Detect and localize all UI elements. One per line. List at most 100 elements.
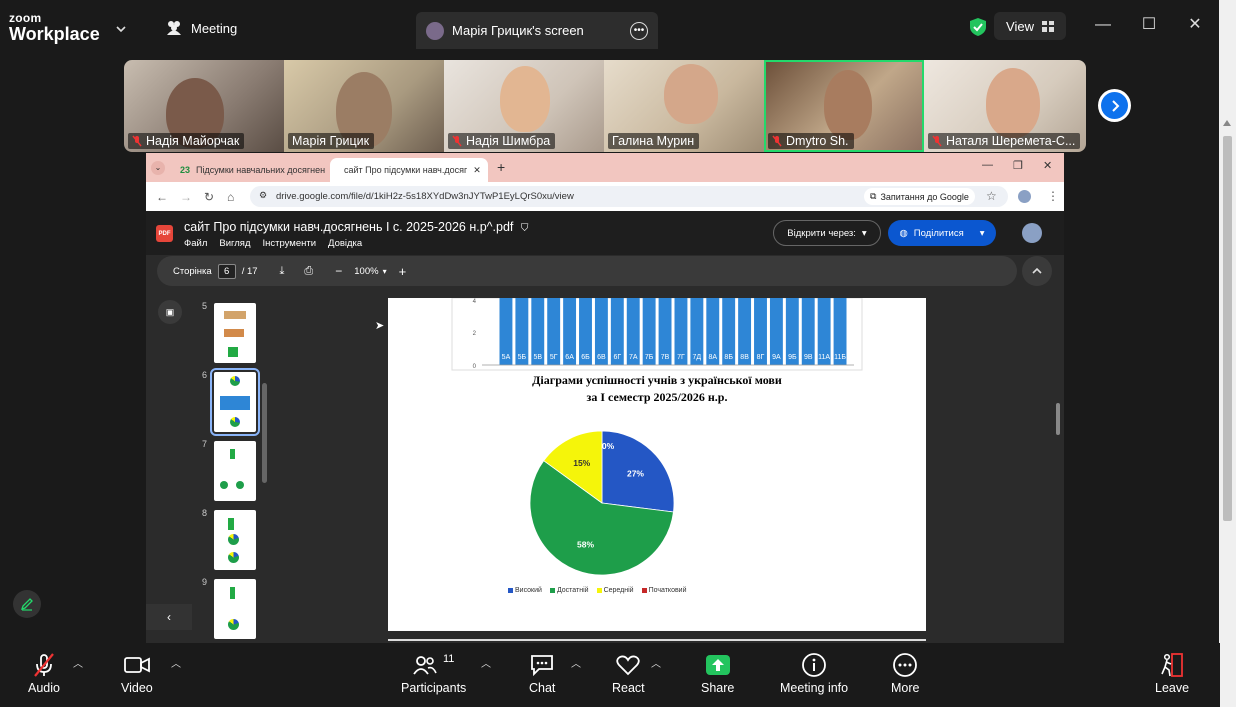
meeting-menu[interactable]: Meeting [165,20,237,36]
window-scrollbar[interactable] [1219,0,1236,707]
annotate-pencil-icon[interactable] [13,590,41,618]
audio-button[interactable]: Audio [28,649,60,695]
menu-help[interactable]: Довідка [328,238,362,249]
zoom-out-icon[interactable]: − [335,264,342,278]
kebab-menu-icon[interactable]: ⋮ [1047,189,1059,203]
open-with-button[interactable]: Відкрити через: ▾ [773,220,881,246]
page-scrollbar[interactable] [1056,403,1060,435]
react-label: React [612,681,645,695]
meeting-info-button[interactable]: Meeting info [780,649,848,695]
thumbnail-number: 5 [202,301,208,311]
gallery-next-button[interactable] [1098,89,1131,122]
menu-view[interactable]: Вигляд [219,238,250,249]
video-tile[interactable]: Марія Грицик [284,60,444,152]
restore-icon[interactable]: ❐ [1013,159,1023,172]
chat-label: Chat [529,681,556,695]
tab-search-icon[interactable]: ⌄ [151,161,165,175]
menu-file[interactable]: Файл [184,238,207,249]
bar-category-label: 9Б [788,354,797,361]
pie-data-label: 0% [602,441,615,451]
reload-icon[interactable]: ↻ [204,190,214,204]
audio-options-caret-icon[interactable]: ︿ [73,655,83,670]
avatar [426,21,444,40]
participant-name-tag: Dmytro Sh. [768,133,854,149]
participant-name-tag: Надія Шимбра [448,133,556,149]
bar-category-label: 6В [597,354,606,361]
video-tile-active-speaker[interactable]: Dmytro Sh. [764,60,924,152]
video-tile[interactable]: Надія Майорчак [124,60,284,152]
close-icon[interactable]: ✕ [1043,159,1052,172]
profile-avatar[interactable] [1018,190,1031,203]
participants-button[interactable]: 11 Participants [401,649,466,695]
thumbnail-number: 9 [202,577,208,587]
zoom-in-icon[interactable]: + [399,264,407,279]
page-thumbnail[interactable] [214,510,256,570]
zoom-level[interactable]: 100% [354,266,378,277]
video-options-caret-icon[interactable]: ︿ [171,655,181,670]
react-button[interactable]: React [612,649,645,695]
close-icon[interactable]: ✕ [1185,15,1205,35]
home-icon[interactable]: ⌂ [227,190,234,204]
y-tick-label: 2 [473,331,477,337]
share-button[interactable]: ◍ Поділитися ▾ [888,220,996,246]
bar-category-label: 9В [804,354,813,361]
thumbnail-number: 8 [202,508,208,518]
forward-icon[interactable]: → [180,190,192,204]
chat-button[interactable]: Chat [529,649,555,695]
new-tab-icon[interactable]: + [497,159,505,175]
react-options-caret-icon[interactable]: ︿ [651,655,661,670]
participant-video [824,70,872,140]
chat-options-caret-icon[interactable]: ︿ [571,655,581,670]
ask-google-button[interactable]: ⧉ Запитання до Google [864,188,975,205]
bookmark-star-icon[interactable]: ☆ [986,189,997,203]
video-tile[interactable]: Наталя Шеремета-С... [924,60,1086,152]
browser-tab-active[interactable]: сайт Про підсумки навч.досяг ✕ [330,158,488,182]
document-title-text: сайт Про підсумки навч.досягнень І с. 20… [184,220,514,234]
video-tile[interactable]: Надія Шимбра [444,60,604,152]
minimize-icon[interactable]: — [982,159,993,171]
minimize-icon[interactable]: — [1093,15,1113,35]
thumbnail-view-icon[interactable]: ▣ [158,300,182,324]
view-label: View [1006,18,1034,34]
page-thumbnail[interactable] [214,441,256,501]
view-button[interactable]: View [994,12,1066,40]
bar-category-label: 9А [772,354,781,361]
user-avatar[interactable] [1022,223,1042,243]
page-thumbnail-selected[interactable] [210,368,260,436]
menu-tools[interactable]: Інструменти [263,238,317,249]
print-icon[interactable]: ⎙ [304,265,313,278]
meeting-controls: Audio ︿ Video ︿ 11 Participants ︿ Chat ︿… [0,643,1220,707]
shield-icon[interactable] [968,17,988,37]
participants-options-caret-icon[interactable]: ︿ [481,655,491,670]
page-number-input[interactable]: 6 [217,263,236,279]
caret-down-icon[interactable]: ▾ [980,228,985,239]
more-button[interactable]: More [891,649,919,695]
browser-toolbar: ← → ↻ ⌂ ⚙ drive.google.com/file/d/1kiH2z… [146,182,1064,211]
zoom-dropdown-icon[interactable]: ▾ [383,267,387,276]
video-button[interactable]: Video [121,649,153,695]
page-thumbnail[interactable] [214,303,256,363]
browser-tab[interactable]: 23 Підсумки навчальних досягнен ✕ [172,158,328,182]
video-tile[interactable]: Галина Мурин [604,60,764,152]
more-options-icon[interactable]: ••• [630,21,648,40]
tab-close-icon[interactable]: ✕ [473,165,481,176]
legend-item: Достатній [549,587,589,594]
page-thumbnail[interactable] [214,579,256,639]
scroll-thumb[interactable] [1223,136,1232,521]
chevron-down-icon[interactable] [114,22,128,36]
hide-thumbnails-button[interactable]: ‹ [146,604,192,630]
shared-screen-tab[interactable]: Марія Грицик's screen ••• [416,12,658,49]
muted-mic-icon [452,135,462,147]
share-screen-button[interactable]: Share [701,649,734,695]
collapse-toolbar-button[interactable] [1022,256,1052,286]
legend-label: Початковий [648,587,687,594]
bar-category-label: 11А [818,354,830,361]
scroll-up-icon[interactable] [1223,120,1231,126]
leave-button[interactable]: Leave [1155,649,1189,695]
download-icon[interactable]: ⤓ [280,265,285,278]
thumbnails-scrollbar[interactable] [262,383,267,483]
document-menu: Файл Вигляд Інструменти Довідка [184,238,362,249]
back-icon[interactable]: ← [156,190,168,204]
maximize-icon[interactable]: ☐ [1139,15,1159,35]
site-info-icon[interactable]: ⚙ [259,190,267,201]
